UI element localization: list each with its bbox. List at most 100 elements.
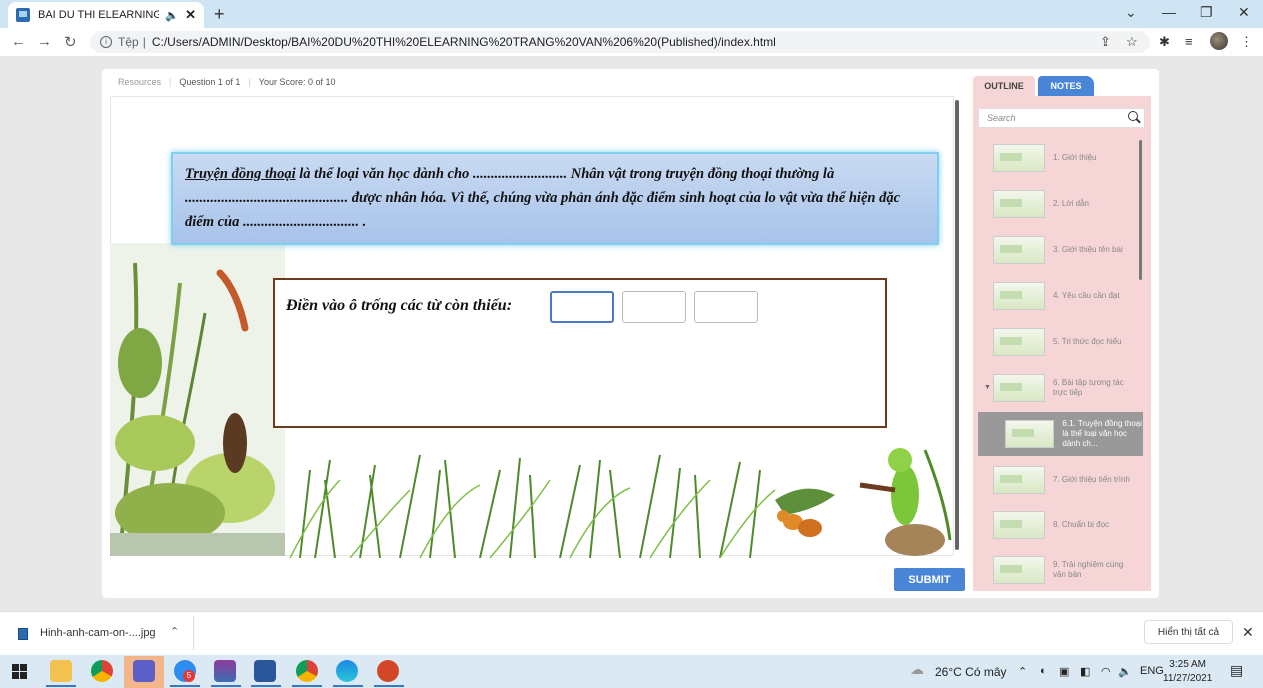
- passage-underlined: Truyện đồng thoại: [185, 166, 296, 182]
- chrome-icon[interactable]: [91, 660, 113, 682]
- outline-item-label: 7. Giới thiệu tiến trình: [1053, 475, 1130, 484]
- outline-item[interactable]: 3. Giới thiệu tên bài: [980, 230, 1140, 270]
- slide-thumbnail: [993, 236, 1045, 264]
- clock-time: 3:25 AM: [1169, 659, 1206, 670]
- tab-strip: BAI DU THI ELEARNING TRA 🔈 ✕ + ⌄ — ❐ ✕: [0, 0, 1263, 28]
- word-icon[interactable]: [254, 660, 276, 682]
- outline-item[interactable]: 7. Giới thiệu tiến trình: [980, 460, 1140, 500]
- tab-search-icon[interactable]: ⌄: [1125, 4, 1137, 21]
- weather-icon: ☁: [910, 661, 924, 677]
- tab-outline[interactable]: OUTLINE: [973, 76, 1035, 96]
- blank-input-3[interactable]: [694, 291, 758, 323]
- outline-item-label: 8. Chuẩn bị đọc: [1053, 520, 1110, 529]
- question-label: Điền vào ô trống các từ còn thiếu:: [286, 297, 513, 314]
- active-indicator: [211, 685, 241, 687]
- forward-icon[interactable]: →: [37, 33, 52, 50]
- file-explorer-icon[interactable]: [50, 660, 72, 682]
- outline-item[interactable]: 4. Yêu cầu cần đạt: [980, 276, 1140, 316]
- blank-input-1[interactable]: [550, 291, 614, 323]
- close-window-icon[interactable]: ✕: [1238, 4, 1250, 21]
- tray-app-icon[interactable]: ◐: [1040, 665, 1047, 677]
- divider: |: [169, 77, 172, 87]
- chevron-up-icon[interactable]: ⌃: [170, 625, 179, 638]
- show-all-button[interactable]: Hiển thị tất cả: [1144, 620, 1233, 644]
- blank-input-2[interactable]: [622, 291, 686, 323]
- active-indicator: [170, 685, 200, 687]
- outline-item[interactable]: 1. Giới thiệu: [980, 138, 1140, 178]
- outline-search-input[interactable]: Search: [978, 108, 1145, 128]
- reload-icon[interactable]: ↻: [64, 33, 77, 51]
- volume-icon[interactable]: 🔈: [1118, 665, 1132, 678]
- browser-toolbar: ← → ↻ i Tệp | C:/Users/ADMIN/Desktop/BAI…: [0, 28, 1263, 56]
- info-icon[interactable]: i: [100, 36, 112, 48]
- resources-link[interactable]: Resources: [118, 77, 161, 87]
- tray-app-icon[interactable]: ◧: [1080, 665, 1090, 678]
- slide-thumbnail: [993, 282, 1045, 310]
- clock[interactable]: 3:25 AM 11/27/2021: [1163, 658, 1212, 686]
- outline-item-label: 5. Tri thức đọc hiểu: [1053, 337, 1122, 346]
- notifications-icon[interactable]: ▤: [1230, 662, 1243, 679]
- slide-thumbnail: [993, 328, 1045, 356]
- browser-tab[interactable]: BAI DU THI ELEARNING TRA 🔈 ✕: [8, 2, 204, 28]
- extensions-icon[interactable]: ✱: [1159, 34, 1170, 50]
- address-url: C:/Users/ADMIN/Desktop/BAI%20DU%20THI%20…: [151, 35, 776, 49]
- slide-thumbnail: [993, 144, 1045, 172]
- teams-icon[interactable]: [133, 660, 155, 682]
- powerpoint-icon[interactable]: [377, 660, 399, 682]
- outline-item-label: 6. Bài tập tương tác trực tiếp: [1053, 378, 1124, 397]
- slide-thumbnail: [993, 466, 1045, 494]
- outline-item-label: 2. Lời dẫn: [1053, 199, 1089, 208]
- close-tab-icon[interactable]: ✕: [185, 7, 196, 23]
- windows-start-icon[interactable]: [12, 664, 27, 679]
- outline-item[interactable]: 8. Chuẩn bị đọc: [980, 505, 1140, 545]
- share-icon[interactable]: ⇪: [1100, 34, 1111, 50]
- slide-thumbnail: [993, 556, 1045, 584]
- clock-date: 11/27/2021: [1163, 673, 1213, 684]
- profile-avatar[interactable]: [1210, 32, 1228, 50]
- chevron-up-icon[interactable]: ⌃: [1018, 665, 1027, 678]
- back-icon[interactable]: ←: [11, 33, 26, 50]
- menu-icon[interactable]: ⋮: [1240, 34, 1253, 50]
- weather-text[interactable]: 26°C Có mây: [935, 665, 1007, 679]
- speaker-icon[interactable]: 🔈: [165, 9, 179, 22]
- player-top-info: Resources | Question 1 of 1 | Your Score…: [118, 77, 336, 87]
- outline-item[interactable]: 2. Lời dẫn: [980, 184, 1140, 224]
- close-icon[interactable]: ✕: [1242, 624, 1254, 641]
- address-protocol: Tệp: [118, 35, 139, 49]
- score-display: Your Score: 0 of 10: [258, 77, 336, 87]
- minimize-icon[interactable]: —: [1162, 4, 1176, 20]
- language-indicator[interactable]: ENG: [1140, 665, 1164, 677]
- divider: |: [248, 77, 251, 87]
- maximize-icon[interactable]: ❐: [1200, 4, 1213, 21]
- download-bar: [0, 611, 1263, 655]
- active-indicator: [374, 685, 404, 687]
- download-filename[interactable]: Hinh-anh-cam-on-....jpg: [40, 627, 156, 639]
- outline-item-active[interactable]: 6.1. Truyện đồng thoại là thể loại văn h…: [978, 412, 1143, 456]
- outline-item-label: 6.1. Truyện đồng thoại là thể loại văn h…: [1062, 419, 1143, 448]
- outline-item[interactable]: 6. Bài tập tương tác trực tiếp: [980, 368, 1140, 408]
- address-separator: |: [142, 35, 146, 49]
- slide-scrollbar[interactable]: [955, 100, 959, 550]
- media-queue-icon[interactable]: ≡: [1185, 34, 1193, 49]
- address-bar[interactable]: i Tệp | C:/Users/ADMIN/Desktop/BAI%20DU%…: [90, 31, 1150, 53]
- tray-app-icon[interactable]: ▣: [1059, 665, 1069, 678]
- submit-button[interactable]: SUBMIT: [894, 568, 965, 591]
- new-tab-button[interactable]: +: [214, 4, 225, 25]
- bookmark-star-icon[interactable]: ☆: [1126, 34, 1138, 50]
- tab-title: BAI DU THI ELEARNING TRA: [38, 9, 160, 21]
- outline-item[interactable]: 5. Tri thức đọc hiểu: [980, 322, 1140, 362]
- passage-textbox: Truyện đồng thoại là thể loại văn học dà…: [171, 152, 939, 245]
- active-indicator: [292, 685, 322, 687]
- winrar-icon[interactable]: [214, 660, 236, 682]
- wifi-icon[interactable]: ◠: [1101, 665, 1111, 678]
- edge-icon[interactable]: [336, 660, 358, 682]
- outline-item-label: 4. Yêu cầu cần đạt: [1053, 291, 1120, 300]
- slide-thumbnail: [1005, 420, 1055, 448]
- outline-item-label: 3. Giới thiệu tên bài: [1053, 245, 1123, 254]
- search-icon[interactable]: [1128, 111, 1138, 121]
- outline-item[interactable]: 9. Trải nghiệm cùng văn bản: [980, 550, 1140, 590]
- chrome-profile-icon[interactable]: [296, 660, 318, 682]
- tab-notes[interactable]: NOTES: [1038, 76, 1094, 96]
- active-indicator: [46, 685, 76, 687]
- slide-thumbnail: [993, 190, 1045, 218]
